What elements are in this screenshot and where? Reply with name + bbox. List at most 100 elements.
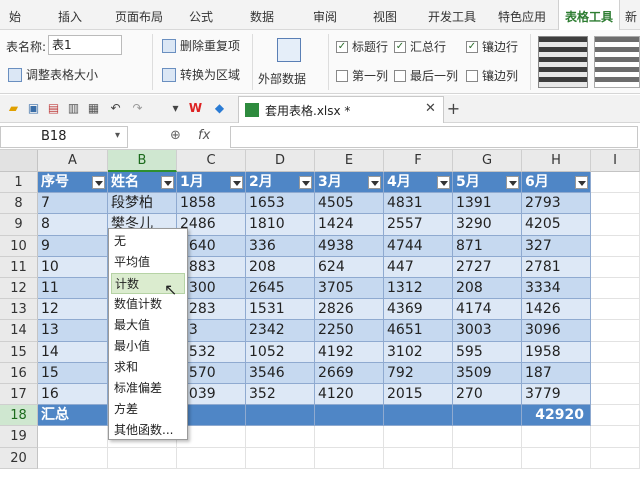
table-header-cell[interactable]: 姓名 xyxy=(108,172,177,194)
empty-cell[interactable] xyxy=(177,447,246,469)
table-cell[interactable]: 3290 xyxy=(453,214,522,236)
table-header-cell[interactable]: 序号 xyxy=(38,172,108,194)
empty-cell[interactable] xyxy=(591,193,640,215)
table-cell[interactable]: 1426 xyxy=(522,299,591,321)
table-cell[interactable]: 208 xyxy=(246,256,315,278)
empty-cell[interactable] xyxy=(591,214,640,236)
column-header-g[interactable]: G xyxy=(453,150,522,172)
empty-cell[interactable] xyxy=(246,447,315,469)
open-folder-icon[interactable]: ▰ xyxy=(6,101,21,116)
table-header-cell[interactable]: 4月 xyxy=(384,172,453,194)
menu-item[interactable]: 方差 xyxy=(111,399,185,420)
row-header-13[interactable]: 13 xyxy=(0,299,38,321)
print-preview-icon[interactable]: ▦ xyxy=(86,101,101,116)
table-cell[interactable]: 208 xyxy=(453,278,522,300)
empty-cell[interactable] xyxy=(38,426,108,448)
empty-cell[interactable] xyxy=(591,320,640,342)
empty-cell[interactable] xyxy=(591,172,640,194)
table-cell[interactable]: 3334 xyxy=(522,278,591,300)
table-cell[interactable]: 187 xyxy=(522,362,591,384)
filter-dropdown-icon[interactable] xyxy=(92,176,105,189)
select-all-corner[interactable] xyxy=(0,150,38,172)
filter-dropdown-icon[interactable] xyxy=(161,176,174,189)
zoom-search-icon[interactable]: ⊕ xyxy=(170,128,181,143)
row-header-9[interactable]: 9 xyxy=(0,214,38,236)
table-cell[interactable]: 2250 xyxy=(315,320,384,342)
table-cell[interactable]: 4120 xyxy=(315,384,384,406)
tab-special[interactable]: 特色应用 xyxy=(488,0,556,30)
document-tab[interactable]: 套用表格.xlsx * ✕ xyxy=(238,96,444,123)
table-cell[interactable]: 2793 xyxy=(522,193,591,215)
row-header-10[interactable]: 10 xyxy=(0,235,38,257)
table-cell[interactable]: 327 xyxy=(522,235,591,257)
table-header-cell[interactable]: 5月 xyxy=(453,172,522,194)
table-cell[interactable]: 3096 xyxy=(522,320,591,342)
total-cell[interactable] xyxy=(384,405,453,427)
table-cell[interactable]: 1653 xyxy=(246,193,315,215)
empty-cell[interactable] xyxy=(108,447,177,469)
table-cell[interactable]: 4205 xyxy=(522,214,591,236)
table-cell[interactable]: 14 xyxy=(38,341,108,363)
table-cell[interactable]: 4505 xyxy=(315,193,384,215)
table-cell[interactable]: 2826 xyxy=(315,299,384,321)
last-column-checkbox[interactable]: 最后一列 xyxy=(394,67,458,84)
empty-cell[interactable] xyxy=(591,256,640,278)
table-cell[interactable]: 270 xyxy=(453,384,522,406)
tab-new[interactable]: 新 xyxy=(622,0,640,30)
tab-developer[interactable]: 开发工具 xyxy=(418,0,486,30)
name-box[interactable]: B18 ▾ xyxy=(0,126,128,148)
total-cell[interactable] xyxy=(315,405,384,427)
row-header-8[interactable]: 8 xyxy=(0,193,38,215)
empty-cell[interactable] xyxy=(591,447,640,469)
empty-cell[interactable] xyxy=(246,426,315,448)
filter-dropdown-icon[interactable] xyxy=(506,176,519,189)
resize-table-button[interactable]: 调整表格大小 xyxy=(8,66,98,83)
table-cell[interactable]: 3509 xyxy=(453,362,522,384)
total-value-cell[interactable]: 42920 xyxy=(522,405,591,427)
function-icon[interactable]: fx xyxy=(198,128,210,143)
more-dropdown-icon[interactable]: ▾ xyxy=(168,101,183,116)
column-header-f[interactable]: F xyxy=(384,150,453,172)
menu-item[interactable]: 平均值 xyxy=(111,252,185,273)
wps-logo-icon[interactable]: W xyxy=(188,101,203,116)
column-header-a[interactable]: A xyxy=(38,150,108,172)
table-cell[interactable]: 4174 xyxy=(453,299,522,321)
table-cell[interactable]: 1531 xyxy=(246,299,315,321)
table-cell[interactable]: 336 xyxy=(246,235,315,257)
table-name-input[interactable]: 表1 xyxy=(48,35,122,55)
table-style-swatch[interactable] xyxy=(594,36,640,88)
row-header-15[interactable]: 15 xyxy=(0,341,38,363)
new-tab-icon[interactable]: + xyxy=(446,101,461,117)
column-header-h[interactable]: H xyxy=(522,150,591,172)
table-cell[interactable]: 4192 xyxy=(315,341,384,363)
table-cell[interactable]: 8 xyxy=(38,214,108,236)
table-cell[interactable]: 2557 xyxy=(384,214,453,236)
column-header-d[interactable]: D xyxy=(246,150,315,172)
column-header-e[interactable]: E xyxy=(315,150,384,172)
empty-cell[interactable] xyxy=(453,447,522,469)
total-label-cell[interactable]: 汇总 xyxy=(38,405,108,427)
total-cell[interactable] xyxy=(246,405,315,427)
table-cell[interactable]: 13 xyxy=(38,320,108,342)
banded-rows-checkbox[interactable]: ✓ 镶边行 xyxy=(466,38,518,55)
table-cell[interactable]: 447 xyxy=(384,256,453,278)
menu-item[interactable]: 求和 xyxy=(111,357,185,378)
table-cell[interactable]: 1312 xyxy=(384,278,453,300)
empty-cell[interactable] xyxy=(591,384,640,406)
table-header-cell[interactable]: 1月 xyxy=(177,172,246,194)
table-cell[interactable]: 4369 xyxy=(384,299,453,321)
table-cell[interactable]: 16 xyxy=(38,384,108,406)
table-style-swatch[interactable] xyxy=(538,36,588,88)
chevron-down-icon[interactable]: ▾ xyxy=(115,130,120,141)
table-cell[interactable]: 15 xyxy=(38,362,108,384)
menu-item[interactable]: 标准偏差 xyxy=(111,378,185,399)
menu-item[interactable]: 无 xyxy=(111,231,185,252)
tab-review[interactable]: 审阅 xyxy=(302,0,348,30)
row-header-18[interactable]: 18 xyxy=(0,405,38,427)
total-cell[interactable] xyxy=(453,405,522,427)
menu-item[interactable]: 最小值 xyxy=(111,336,185,357)
table-cell[interactable]: 9 xyxy=(38,235,108,257)
table-cell[interactable]: 1391 xyxy=(453,193,522,215)
formula-input[interactable] xyxy=(230,126,638,148)
table-cell[interactable]: 3102 xyxy=(384,341,453,363)
